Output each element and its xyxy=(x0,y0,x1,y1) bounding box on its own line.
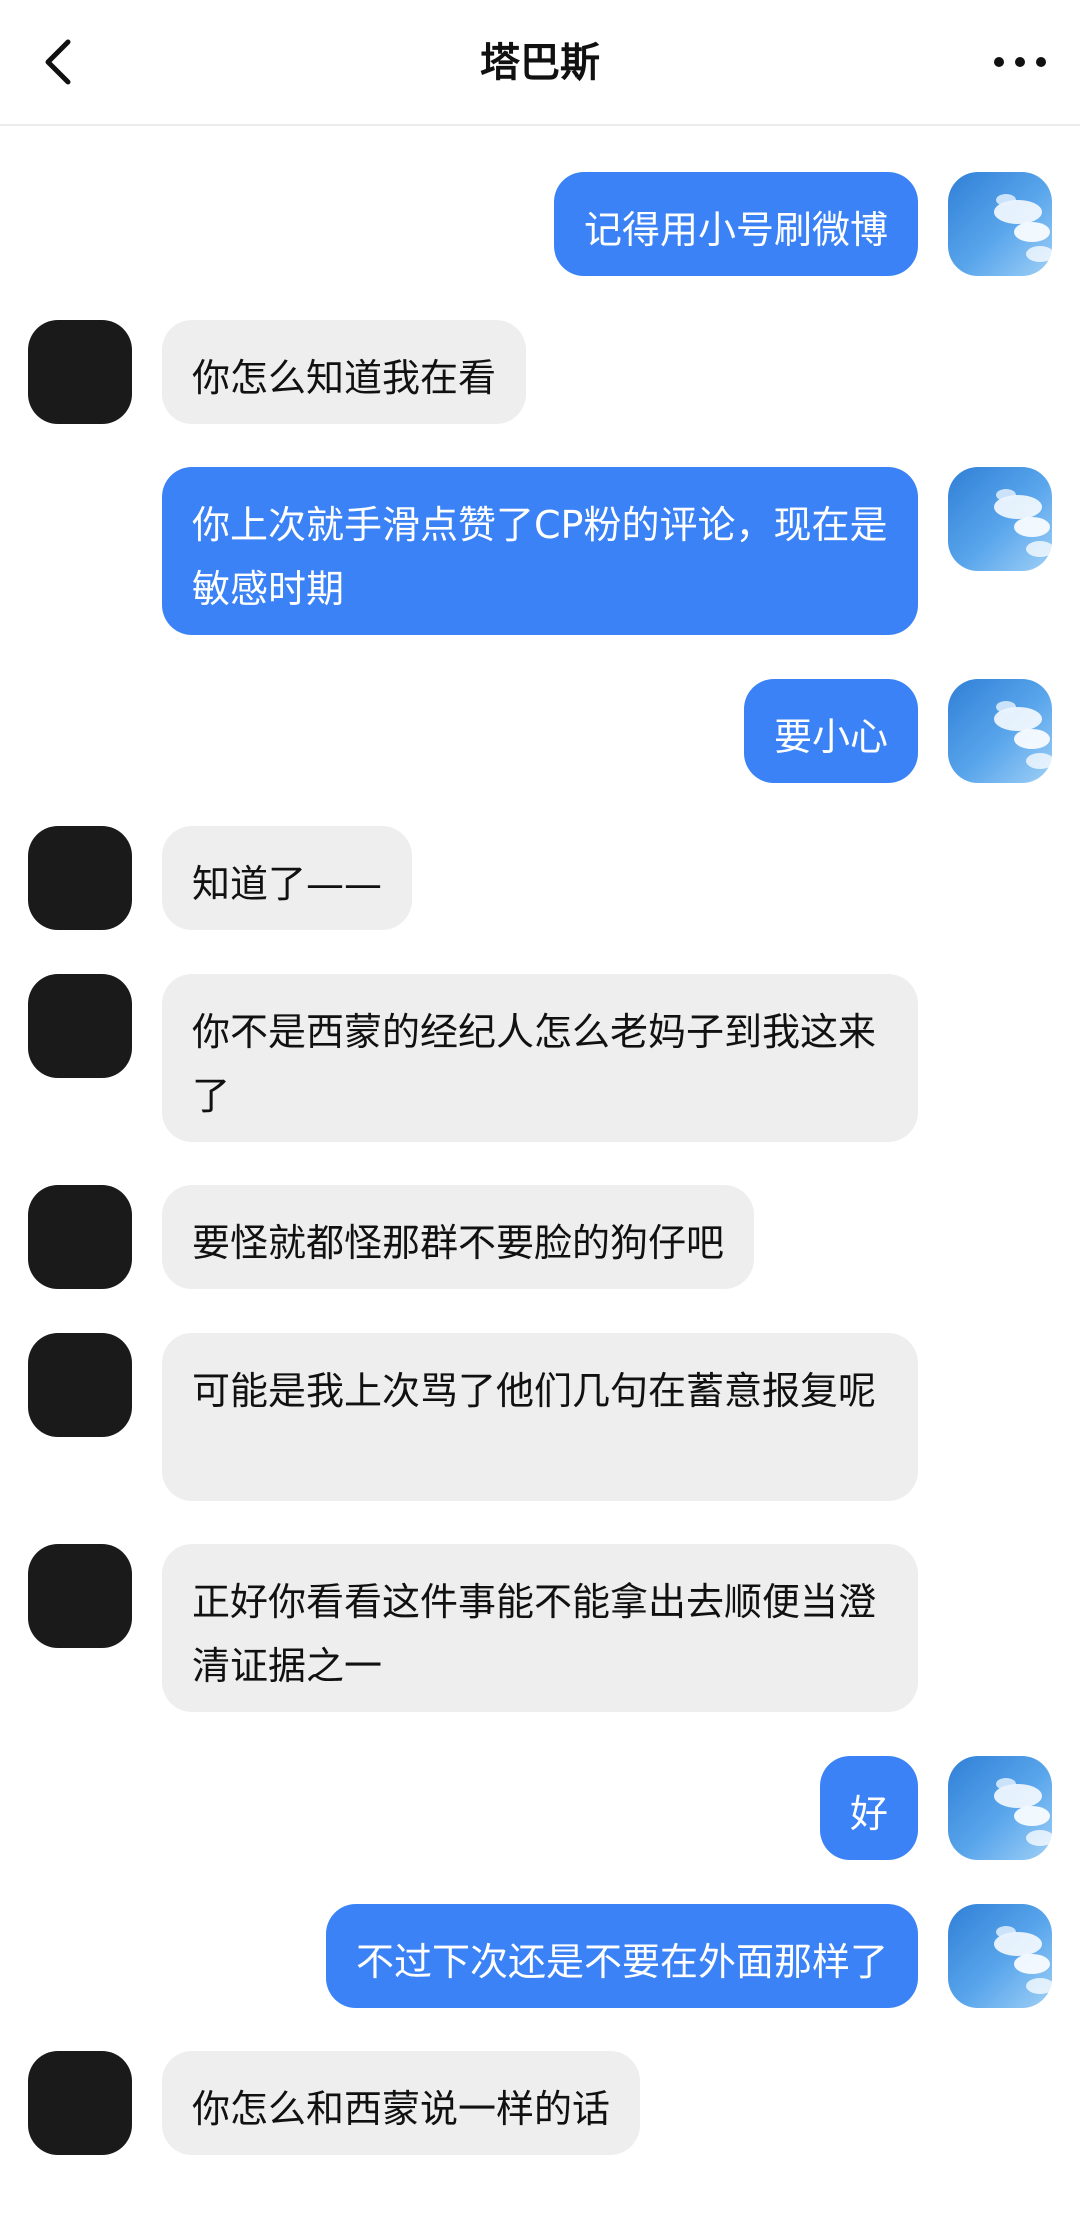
more-horizontal-icon xyxy=(994,57,1046,67)
chat-header: 塔巴斯 xyxy=(0,0,1080,126)
avatar-dark[interactable] xyxy=(28,2051,132,2155)
avatar-dark[interactable] xyxy=(28,320,132,424)
avatar-dark[interactable] xyxy=(28,1185,132,1289)
message-bubble-sent[interactable]: 不过下次还是不要在外面那样了 xyxy=(325,1904,918,2008)
message-bubble-sent[interactable]: 好 xyxy=(819,1756,918,1860)
avatar-dark[interactable] xyxy=(28,1544,132,1648)
avatar-sky[interactable] xyxy=(948,1756,1052,1860)
avatar-sky[interactable] xyxy=(948,1904,1052,2008)
message-bubble-received[interactable]: 正好你看看这件事能不能拿出去顺便当澄清证据之一 xyxy=(162,1544,918,1712)
message-bubble-sent[interactable]: 记得用小号刷微博 xyxy=(553,172,918,276)
message-bubble-received[interactable]: 你怎么知道我在看 xyxy=(162,320,527,424)
message-bubble-received[interactable]: 你怎么和西蒙说一样的话 xyxy=(162,2051,641,2155)
avatar-sky[interactable] xyxy=(948,467,1052,571)
avatar-dark[interactable] xyxy=(28,826,132,930)
message-bubble-received[interactable]: 知道了—— xyxy=(162,826,413,930)
message-bubble-sent[interactable]: 你上次就手滑点赞了CP粉的评论，现在是敏感时期 xyxy=(162,467,918,635)
avatar-sky[interactable] xyxy=(948,172,1052,276)
avatar-dark[interactable] xyxy=(28,974,132,1078)
message-bubble-received[interactable]: 你不是西蒙的经纪人怎么老妈子到我这来了 xyxy=(162,974,918,1142)
chat-title: 塔巴斯 xyxy=(480,40,600,86)
message-bubble-received[interactable]: 可能是我上次骂了他们几句在蓄意报复呢 xyxy=(162,1333,918,1501)
avatar-dark[interactable] xyxy=(28,1333,132,1437)
message-bubble-received[interactable]: 要怪就都怪那群不要脸的狗仔吧 xyxy=(162,1185,755,1289)
avatar-sky[interactable] xyxy=(948,679,1052,783)
more-button[interactable] xyxy=(984,30,1056,94)
message-bubble-sent[interactable]: 要小心 xyxy=(743,679,918,783)
